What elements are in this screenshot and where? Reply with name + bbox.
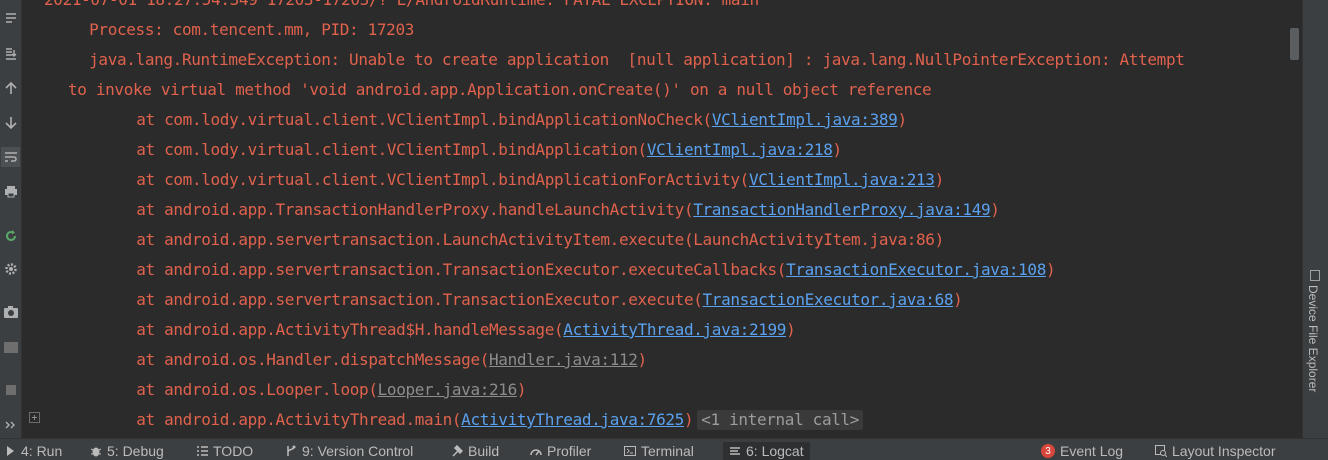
source-link[interactable]: VClientImpl.java:213 <box>749 170 935 189</box>
source-link[interactable]: Handler.java:112 <box>489 350 638 369</box>
tool-window-bar: 4: Run 5: Debug TODO 9: Version Control … <box>0 438 1328 460</box>
device-file-explorer-label: Device File Explorer <box>1306 285 1320 393</box>
screenshot-icon[interactable] <box>1 302 20 322</box>
stack-frame: at android.app.servertransaction.LaunchA… <box>62 230 944 249</box>
terminal-icon <box>624 446 636 456</box>
stack-frame: at android.app.servertransaction.Transac… <box>62 260 1056 279</box>
source-link[interactable]: TransactionExecutor.java:108 <box>786 260 1046 279</box>
left-toolbar <box>0 0 22 438</box>
tab-layout-inspector[interactable]: Layout Inspector <box>1155 442 1276 460</box>
stack-frame: at com.lody.virtual.client.VClientImpl.b… <box>62 110 907 129</box>
stack-frame: at android.app.ActivityThread.main(Activ… <box>62 410 864 430</box>
soft-wrap-scroll-icon[interactable] <box>1 8 20 28</box>
internal-call-fold[interactable]: <1 internal call> <box>697 410 864 430</box>
tab-logcat-label: 6: Logcat <box>746 443 804 459</box>
stack-frame: at android.os.Handler.dispatchMessage(Ha… <box>62 350 647 369</box>
down-arrow-icon[interactable] <box>1 113 20 133</box>
run-icon <box>7 446 14 456</box>
logcat-output[interactable]: 2021-07-01 18:27:54.349 17203-17203/? E/… <box>22 0 1286 438</box>
version-control-icon <box>287 445 296 456</box>
screen-record-icon[interactable] <box>1 337 20 357</box>
restart-icon[interactable] <box>1 226 20 246</box>
tab-terminal[interactable]: Terminal <box>624 442 694 460</box>
log-line: Process: com.tencent.mm, PID: 17203 <box>52 20 415 39</box>
logcat-icon <box>730 447 740 455</box>
tab-version-control[interactable]: 9: Version Control <box>285 442 413 460</box>
tab-profiler-label: Profiler <box>547 443 592 459</box>
source-link[interactable]: ActivityThread.java:2199 <box>563 320 786 339</box>
print-icon[interactable] <box>1 181 20 201</box>
scrollbar-thumb[interactable] <box>1290 28 1299 60</box>
source-link[interactable]: VClientImpl.java:389 <box>712 110 898 129</box>
stack-frame: at com.lody.virtual.client.VClientImpl.b… <box>62 170 944 189</box>
tab-profiler[interactable]: Profiler <box>530 442 591 460</box>
tab-todo-label: TODO <box>213 443 254 459</box>
tab-build-label: Build <box>468 443 500 459</box>
device-file-explorer-icon <box>1310 270 1320 281</box>
source-link[interactable]: TransactionExecutor.java:68 <box>703 290 954 309</box>
event-log-count-badge: 3 <box>1041 444 1055 458</box>
stack-frame: at com.lody.virtual.client.VClientImpl.b… <box>62 140 842 159</box>
tab-debug-label: 5: Debug <box>107 443 164 459</box>
source-link[interactable]: Looper.java:216 <box>378 380 518 399</box>
up-arrow-icon[interactable] <box>1 78 20 98</box>
log-line: 2021-07-01 18:27:54.349 17203-17203/? E/… <box>44 0 759 10</box>
tab-logcat[interactable]: 6: Logcat <box>723 442 810 460</box>
tab-run-label: 4: Run <box>21 443 63 459</box>
profiler-gauge-icon <box>530 449 542 456</box>
stack-frame: at android.os.Looper.loop(Looper.java:21… <box>62 380 527 399</box>
layout-inspector-icon <box>1155 445 1167 457</box>
stack-frame: at android.app.servertransaction.Transac… <box>62 290 963 309</box>
tab-build[interactable]: Build <box>451 442 499 460</box>
tab-event-log[interactable]: 3 Event Log <box>1041 442 1123 460</box>
tab-debug[interactable]: 5: Debug <box>90 442 164 460</box>
stack-frame: at android.app.ActivityThread$H.handleMe… <box>62 320 796 339</box>
todo-icon <box>197 446 208 456</box>
debug-icon <box>90 447 102 457</box>
source-link[interactable]: VClientImpl.java:218 <box>647 140 833 159</box>
more-icon[interactable] <box>1 415 20 435</box>
source-link[interactable]: ActivityThread.java:7625 <box>461 410 684 429</box>
log-line: java.lang.RuntimeException: Unable to cr… <box>52 50 1185 69</box>
vertical-scrollbar[interactable] <box>1287 0 1301 438</box>
build-hammer-icon <box>452 445 463 457</box>
tab-event-log-label: Event Log <box>1060 443 1124 459</box>
tab-run[interactable]: 4: Run <box>4 442 62 460</box>
log-line: to invoke virtual method 'void android.a… <box>68 80 932 99</box>
source-link[interactable]: TransactionHandlerProxy.java:149 <box>693 200 990 219</box>
stack-frame: at android.app.TransactionHandlerProxy.h… <box>62 200 1000 219</box>
stop-icon[interactable] <box>1 380 20 400</box>
soft-wrap-icon[interactable] <box>1 147 20 167</box>
scroll-to-end-icon[interactable] <box>1 44 20 64</box>
tab-todo[interactable]: TODO <box>196 442 253 460</box>
expand-fold-icon[interactable] <box>29 412 40 423</box>
tab-version-control-label: 9: Version Control <box>302 443 414 459</box>
tab-terminal-label: Terminal <box>641 443 694 459</box>
tab-layout-inspector-label: Layout Inspector <box>1172 443 1276 459</box>
settings-icon[interactable] <box>1 259 20 279</box>
